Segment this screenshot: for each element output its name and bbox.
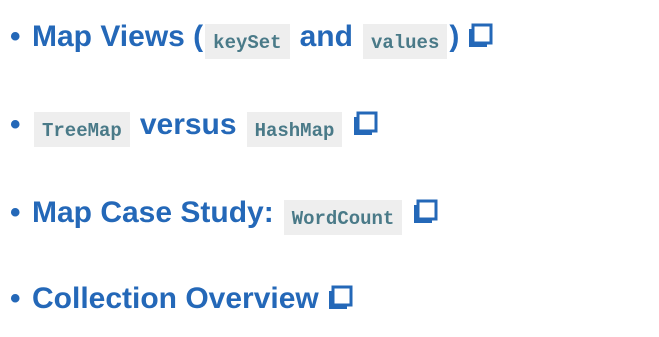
link-text: Map Case Study:	[32, 196, 274, 229]
link-text: versus	[139, 108, 237, 141]
open-in-new-window-icon[interactable]	[352, 111, 378, 137]
open-in-new-window-icon[interactable]	[412, 199, 438, 225]
bullet: •	[10, 108, 21, 141]
bullet: •	[10, 20, 21, 53]
link-text: )	[449, 20, 460, 53]
link-map-case-study[interactable]: Map Case Study: WordCount	[32, 189, 404, 237]
link-text: Map Views (	[32, 20, 204, 53]
code-hashmap: HashMap	[246, 111, 343, 147]
link-text: Collection Overview	[32, 282, 319, 315]
list-item-map-case-study: • Map Case Study: WordCount	[10, 189, 438, 237]
code-treemap: TreeMap	[34, 111, 130, 147]
link-map-views[interactable]: Map Views ( keySet and values )	[32, 13, 459, 61]
code-keyset: keySet	[205, 23, 290, 59]
code-wordcount: WordCount	[283, 199, 403, 235]
bullet: •	[10, 282, 21, 315]
list-item-collection-overview: • Collection Overview	[10, 275, 353, 323]
list-item-treemap-vs-hashmap: • TreeMap versus HashMap	[10, 101, 378, 149]
list-item-map-views: • Map Views ( keySet and values )	[10, 13, 493, 61]
bullet: •	[10, 196, 21, 229]
code-values: values	[362, 23, 448, 59]
open-in-new-window-icon[interactable]	[327, 285, 353, 311]
open-in-new-window-icon[interactable]	[467, 23, 493, 49]
link-collection-overview[interactable]: Collection Overview	[32, 275, 319, 323]
link-text: and	[299, 20, 353, 53]
link-treemap-vs-hashmap[interactable]: TreeMap versus HashMap	[32, 101, 344, 149]
